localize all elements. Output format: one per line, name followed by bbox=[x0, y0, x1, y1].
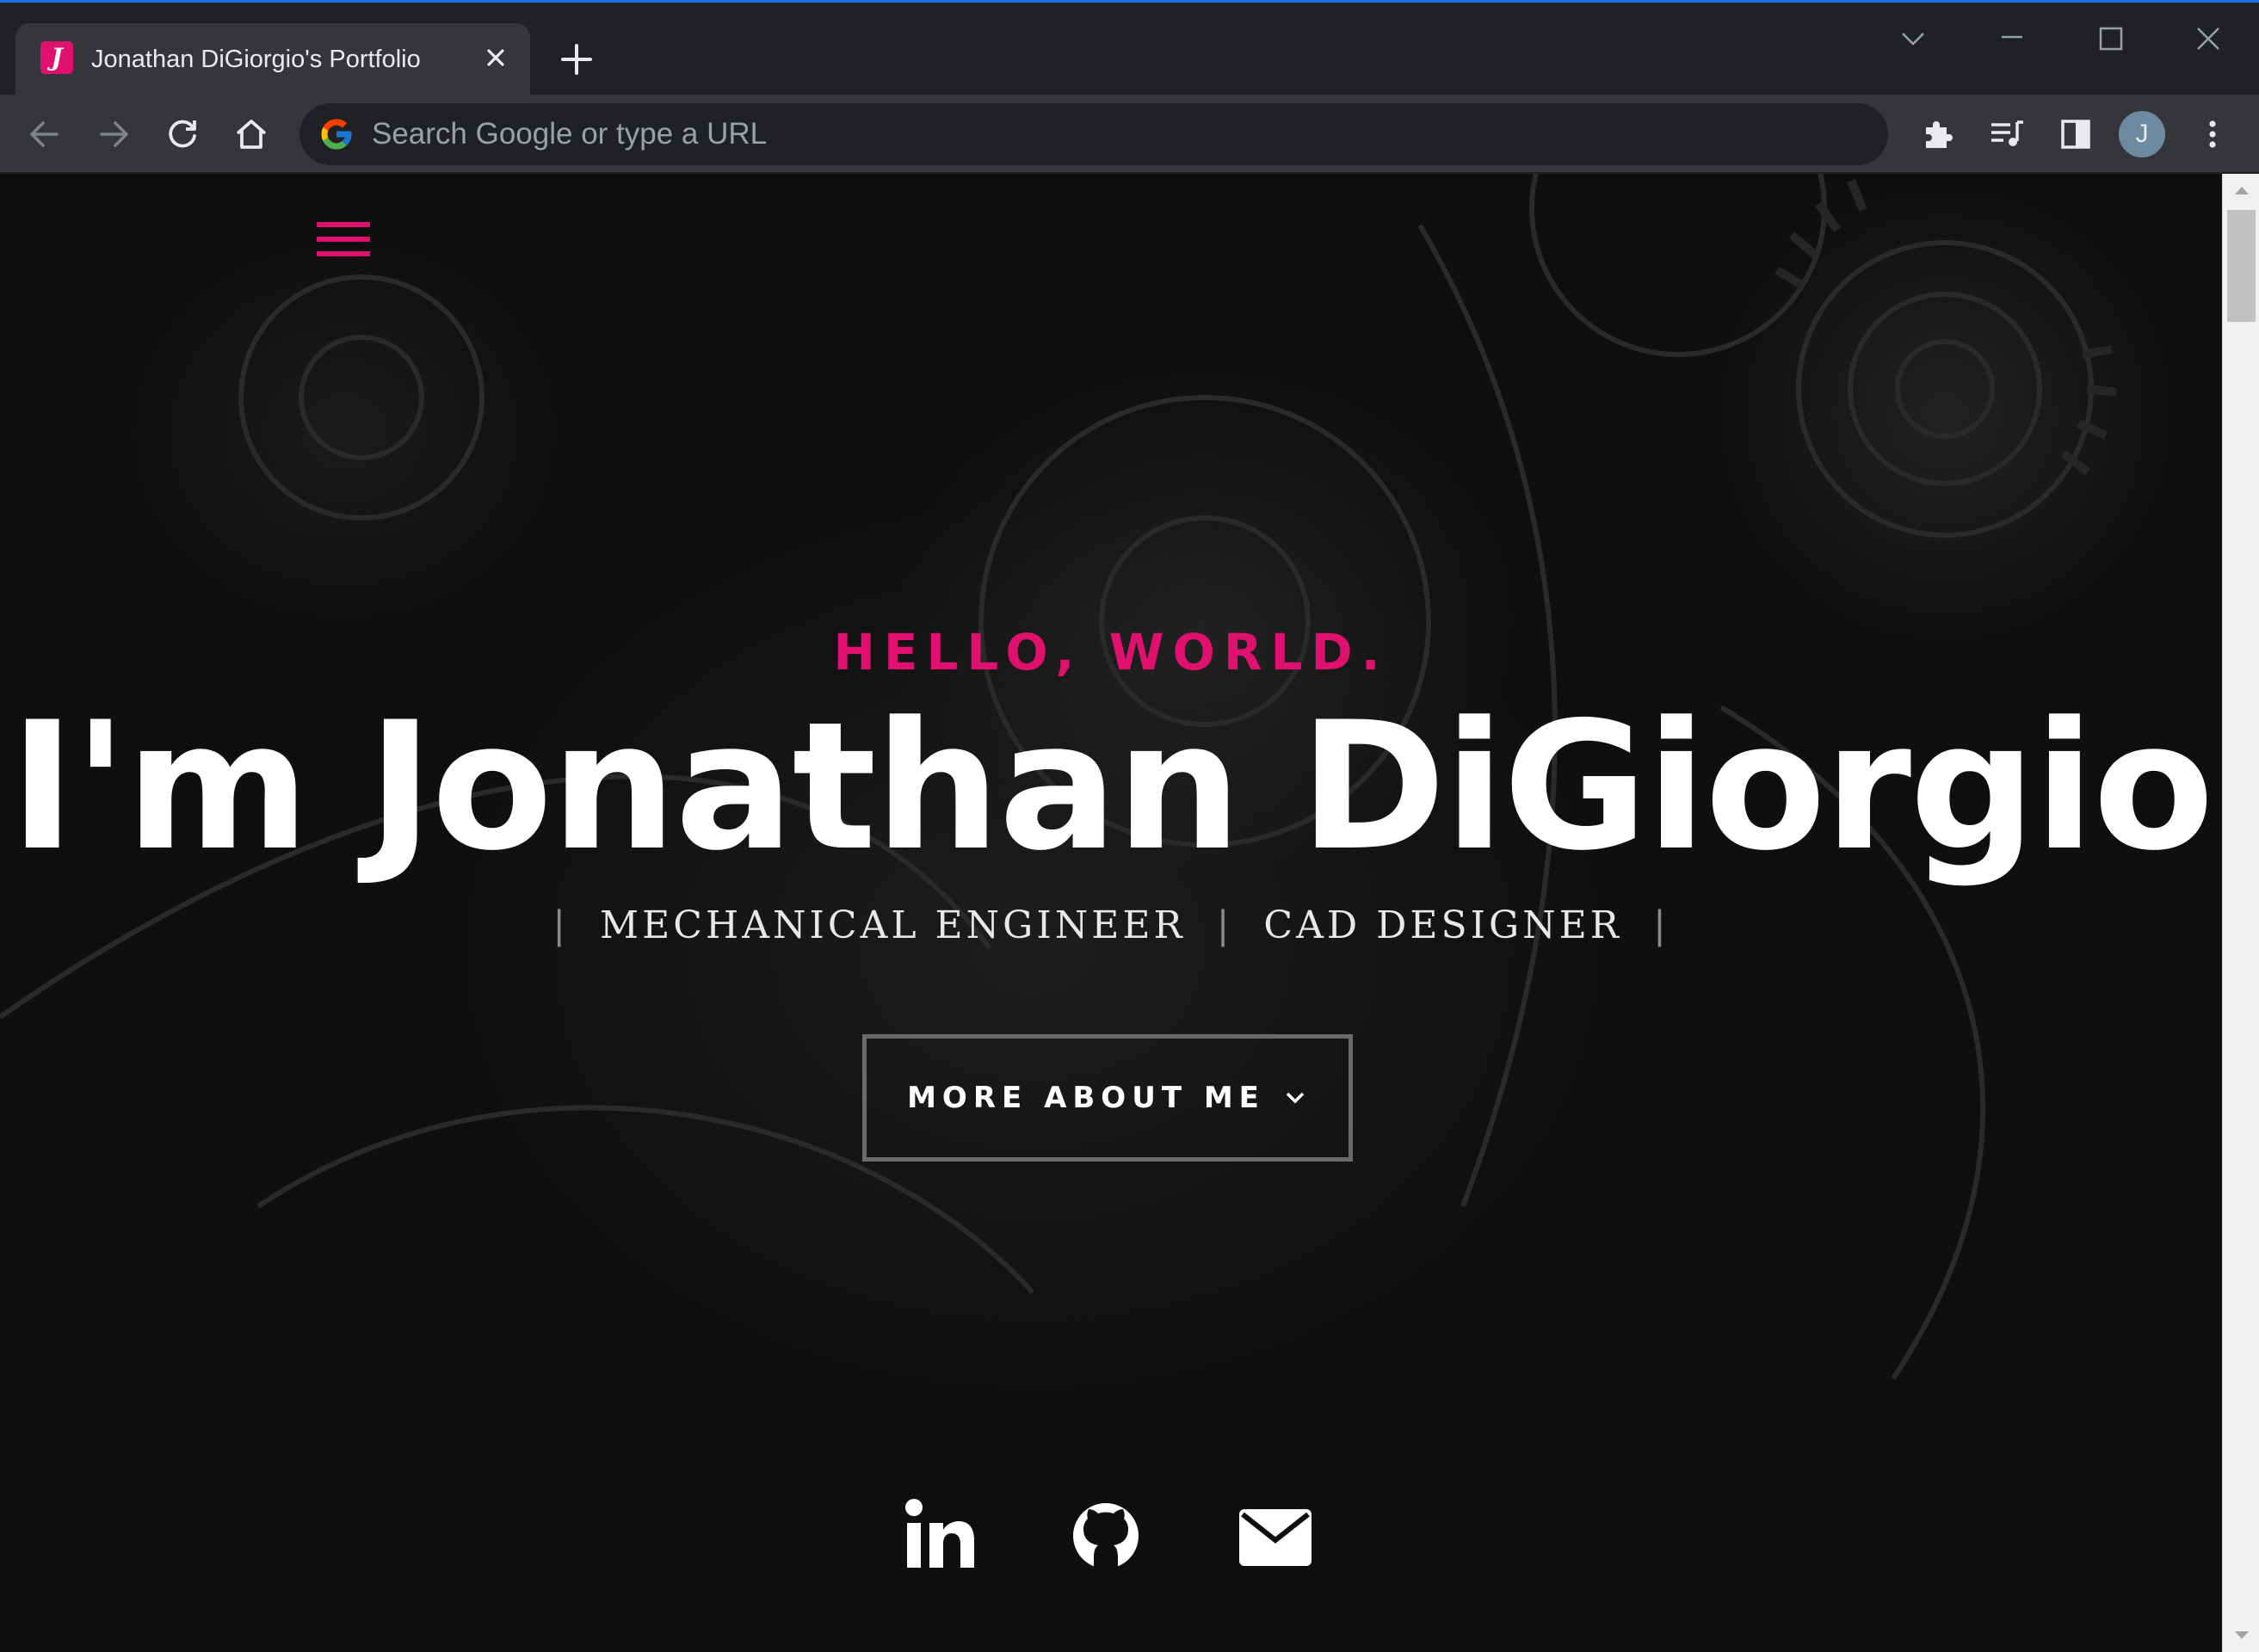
browser-tab[interactable]: J Jonathan DiGiorgio's Portfolio bbox=[15, 23, 530, 97]
role-separator: | bbox=[1216, 903, 1233, 947]
role-item: CAD DESIGNER bbox=[1263, 903, 1622, 947]
hamburger-line bbox=[317, 222, 370, 227]
plus-icon bbox=[561, 44, 592, 75]
arrow-left-icon bbox=[30, 121, 59, 147]
maximize-icon bbox=[2099, 27, 2123, 51]
hero-headline: I'm Jonathan DiGiorgio bbox=[9, 685, 2214, 890]
forward-button[interactable] bbox=[91, 112, 136, 157]
scroll-down-arrow-icon[interactable] bbox=[2233, 1630, 2250, 1642]
minimize-icon bbox=[2002, 35, 2022, 39]
email-icon bbox=[1239, 1509, 1312, 1566]
side-panel-button[interactable] bbox=[2053, 112, 2098, 157]
close-window-button[interactable] bbox=[2182, 18, 2234, 59]
chevron-down-icon bbox=[1902, 33, 1924, 46]
profile-avatar[interactable]: J bbox=[2119, 111, 2165, 157]
role-item: MECHANICAL ENGINEER bbox=[600, 903, 1186, 947]
close-icon bbox=[2197, 28, 2219, 50]
new-tab-button[interactable] bbox=[558, 40, 596, 78]
tab-title: Jonathan DiGiorgio's Portfolio bbox=[91, 46, 421, 73]
scroll-up-arrow-icon[interactable] bbox=[2233, 184, 2250, 196]
close-icon bbox=[487, 49, 504, 66]
menu-toggle-button[interactable] bbox=[317, 222, 370, 267]
chevron-down-icon bbox=[1286, 1092, 1305, 1104]
page-viewport: HELLO, WORLD. I'm Jonathan DiGiorgio | ME… bbox=[0, 174, 2222, 1652]
linkedin-link[interactable] bbox=[897, 1497, 983, 1575]
omnibox-input[interactable] bbox=[372, 103, 1835, 165]
media-controls-button[interactable] bbox=[1984, 112, 2029, 157]
email-link[interactable] bbox=[1232, 1497, 1318, 1575]
minimize-button[interactable] bbox=[1986, 18, 2038, 59]
kebab-menu-icon bbox=[2209, 120, 2216, 148]
more-about-me-button[interactable]: MORE ABOUT ME bbox=[862, 1034, 1353, 1162]
scroll-thumb[interactable] bbox=[2227, 210, 2256, 322]
role-separator: | bbox=[1652, 903, 1670, 947]
reload-button[interactable] bbox=[160, 112, 205, 157]
browser-toolbar: J bbox=[0, 95, 2259, 174]
playlist-icon bbox=[1991, 120, 2023, 146]
extensions-button[interactable] bbox=[1916, 112, 1960, 157]
browser-menu-button[interactable] bbox=[2190, 112, 2235, 157]
hamburger-line bbox=[317, 251, 370, 256]
linkedin-icon bbox=[905, 1499, 974, 1568]
favicon-icon: J bbox=[40, 41, 73, 74]
page-scrollbar[interactable] bbox=[2222, 174, 2259, 1652]
arrow-right-icon bbox=[100, 121, 128, 147]
puzzle-icon bbox=[1926, 121, 1953, 148]
tab-close-button[interactable] bbox=[480, 42, 511, 73]
back-button[interactable] bbox=[22, 112, 67, 157]
greeting-text: HELLO, WORLD. bbox=[833, 623, 1389, 681]
home-icon bbox=[236, 120, 267, 149]
more-about-me-label: MORE ABOUT ME bbox=[907, 1081, 1265, 1115]
google-logo-icon bbox=[321, 119, 352, 150]
address-bar[interactable] bbox=[299, 103, 1888, 165]
role-list: | MECHANICAL ENGINEER | CAD DESIGNER | bbox=[0, 903, 2222, 947]
maximize-button[interactable] bbox=[2084, 18, 2136, 59]
side-panel-icon bbox=[2061, 120, 2090, 149]
reload-icon bbox=[169, 120, 196, 148]
github-link[interactable] bbox=[1063, 1497, 1149, 1575]
home-button[interactable] bbox=[229, 112, 274, 157]
role-separator: | bbox=[552, 903, 570, 947]
tab-search-button[interactable] bbox=[1887, 18, 1939, 59]
hamburger-line bbox=[317, 237, 370, 242]
browser-titlebar: J Jonathan DiGiorgio's Portfolio bbox=[0, 0, 2259, 97]
github-icon bbox=[1073, 1503, 1139, 1569]
